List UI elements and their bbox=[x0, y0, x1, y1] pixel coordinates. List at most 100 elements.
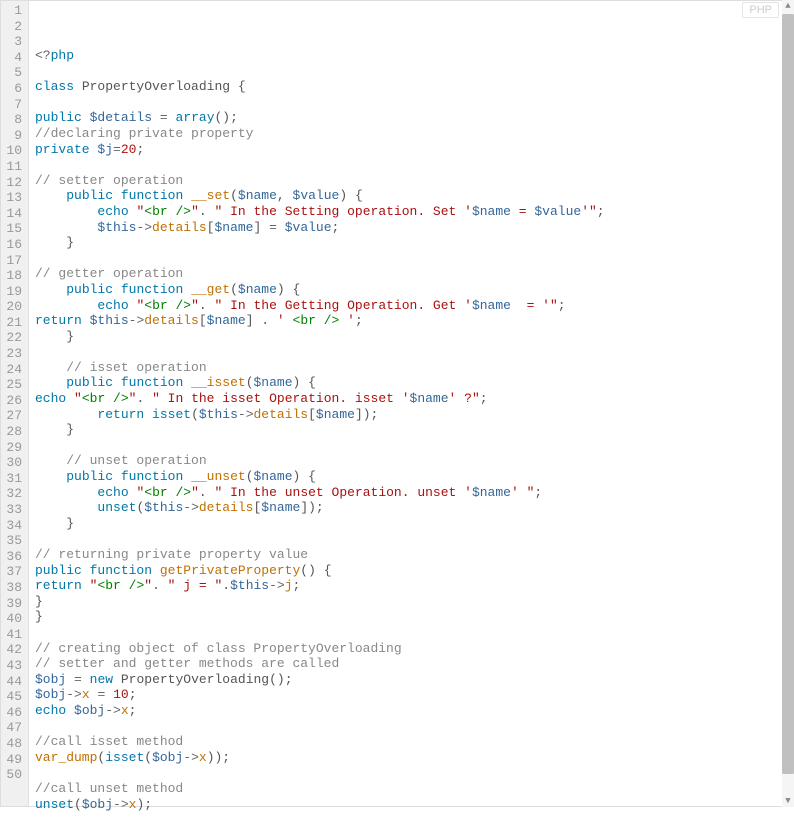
code-line[interactable]: public function __get($name) { bbox=[35, 282, 793, 298]
token-fn: getPrivateProperty bbox=[160, 563, 300, 578]
token-pn bbox=[82, 313, 90, 328]
line-number: 49 bbox=[3, 752, 22, 768]
code-line[interactable] bbox=[35, 765, 793, 781]
scroll-down-arrow[interactable]: ▼ bbox=[782, 795, 794, 807]
token-kw: echo bbox=[35, 703, 66, 718]
token-pn: . bbox=[222, 578, 230, 593]
token-pn: ; bbox=[136, 142, 144, 157]
code-line[interactable]: public function __isset($name) { bbox=[35, 375, 793, 391]
token-var: $this bbox=[230, 578, 269, 593]
line-number: 37 bbox=[3, 564, 22, 580]
code-line[interactable] bbox=[35, 438, 793, 454]
token-kw: public bbox=[66, 469, 113, 484]
code-line[interactable]: public function getPrivateProperty() { bbox=[35, 563, 793, 579]
code-line[interactable]: class PropertyOverloading { bbox=[35, 79, 793, 95]
token-var: $obj bbox=[35, 687, 66, 702]
code-line[interactable]: public $details = array(); bbox=[35, 110, 793, 126]
code-line[interactable]: // returning private property value bbox=[35, 547, 793, 563]
code-line[interactable] bbox=[35, 95, 793, 111]
code-line[interactable] bbox=[35, 812, 793, 828]
code-line[interactable]: } bbox=[35, 422, 793, 438]
code-line[interactable]: echo "<br />". " In the unset Operation.… bbox=[35, 485, 793, 501]
code-line[interactable]: private $j=20; bbox=[35, 142, 793, 158]
code-line[interactable]: // getter operation bbox=[35, 266, 793, 282]
code-line[interactable]: echo $obj->x; bbox=[35, 703, 793, 719]
code-line[interactable]: // creating object of class PropertyOver… bbox=[35, 641, 793, 657]
code-line[interactable]: // isset operation bbox=[35, 360, 793, 376]
code-line[interactable] bbox=[35, 719, 793, 735]
code-line[interactable] bbox=[35, 251, 793, 267]
line-number: 19 bbox=[3, 284, 22, 300]
scroll-up-arrow[interactable]: ▲ bbox=[782, 0, 794, 12]
token-pn bbox=[35, 469, 66, 484]
code-line[interactable]: // setter and getter methods are called bbox=[35, 656, 793, 672]
code-line[interactable] bbox=[35, 625, 793, 641]
line-number: 24 bbox=[3, 362, 22, 378]
code-line[interactable] bbox=[35, 344, 793, 360]
code-line[interactable]: <?php bbox=[35, 48, 793, 64]
token-pn: { bbox=[230, 79, 246, 94]
code-line[interactable]: return isset($this->details[$name]); bbox=[35, 407, 793, 423]
line-number: 43 bbox=[3, 658, 22, 674]
token-pn: ) { bbox=[293, 469, 316, 484]
token-kw: public bbox=[66, 282, 113, 297]
vertical-scrollbar[interactable]: ▲ ▼ bbox=[782, 0, 794, 807]
token-str: " bbox=[74, 391, 82, 406]
line-number: 39 bbox=[3, 596, 22, 612]
code-line[interactable]: $this->details[$name] = $value; bbox=[35, 220, 793, 236]
code-line[interactable]: } bbox=[35, 329, 793, 345]
token-pn bbox=[113, 672, 121, 687]
code-line[interactable]: } bbox=[35, 516, 793, 532]
line-number: 9 bbox=[3, 128, 22, 144]
scrollbar-thumb[interactable] bbox=[782, 14, 794, 774]
token-kw: function bbox=[121, 188, 183, 203]
code-line[interactable] bbox=[35, 157, 793, 173]
code-line[interactable]: } bbox=[35, 594, 793, 610]
code-line[interactable]: return $this->details[$name] . ' <br /> … bbox=[35, 313, 793, 329]
code-line[interactable]: echo "<br />". " In the Getting Operatio… bbox=[35, 298, 793, 314]
token-pn bbox=[66, 672, 74, 687]
code-line[interactable]: public function __unset($name) { bbox=[35, 469, 793, 485]
code-line[interactable]: public function __set($name, $value) { bbox=[35, 188, 793, 204]
code-line[interactable]: //call unset method bbox=[35, 781, 793, 797]
token-var: $obj bbox=[152, 750, 183, 765]
line-number: 4 bbox=[3, 50, 22, 66]
token-cmt: // returning private property value bbox=[35, 547, 308, 562]
code-line[interactable]: //declaring private property bbox=[35, 126, 793, 142]
token-op: -> bbox=[113, 797, 129, 812]
token-fn: j bbox=[285, 578, 293, 593]
code-line[interactable]: echo "<br />". " In the Setting operatio… bbox=[35, 204, 793, 220]
token-str: " In the Setting operation. Set ' bbox=[215, 204, 472, 219]
code-line[interactable]: // setter operation bbox=[35, 173, 793, 189]
code-line[interactable]: $obj->x = 10; bbox=[35, 687, 793, 703]
line-number: 6 bbox=[3, 81, 22, 97]
code-area[interactable]: <?php class PropertyOverloading { public… bbox=[29, 1, 793, 806]
code-line[interactable]: return "<br />". " j = ".$this->j; bbox=[35, 578, 793, 594]
token-pn: (); bbox=[215, 110, 238, 125]
code-line[interactable]: // unset operation bbox=[35, 453, 793, 469]
code-editor[interactable]: 1234567891011121314151617181920212223242… bbox=[0, 0, 794, 807]
token-str: '" bbox=[581, 204, 597, 219]
code-line[interactable] bbox=[35, 531, 793, 547]
code-line[interactable]: unset($this->details[$name]); bbox=[35, 500, 793, 516]
code-line[interactable]: $obj = new PropertyOverloading(); bbox=[35, 672, 793, 688]
token-pn bbox=[113, 282, 121, 297]
code-line[interactable]: unset($obj->x); bbox=[35, 797, 793, 813]
token-pn: ( bbox=[191, 407, 199, 422]
token-var: $name bbox=[316, 407, 355, 422]
token-var: $name bbox=[207, 313, 246, 328]
code-line[interactable]: } bbox=[35, 609, 793, 625]
line-number: 46 bbox=[3, 705, 22, 721]
token-pn bbox=[35, 375, 66, 390]
code-line[interactable]: } bbox=[35, 235, 793, 251]
token-pn bbox=[152, 563, 160, 578]
token-fn: __unset bbox=[191, 469, 246, 484]
code-line[interactable] bbox=[35, 64, 793, 80]
code-line[interactable]: echo "<br />". " In the isset Operation.… bbox=[35, 391, 793, 407]
token-var: $j bbox=[97, 142, 113, 157]
token-op: -> bbox=[129, 313, 145, 328]
token-var: $value bbox=[293, 188, 340, 203]
code-line[interactable]: //call isset method bbox=[35, 734, 793, 750]
code-line[interactable]: var_dump(isset($obj->x)); bbox=[35, 750, 793, 766]
token-tag: <br /> bbox=[144, 485, 191, 500]
